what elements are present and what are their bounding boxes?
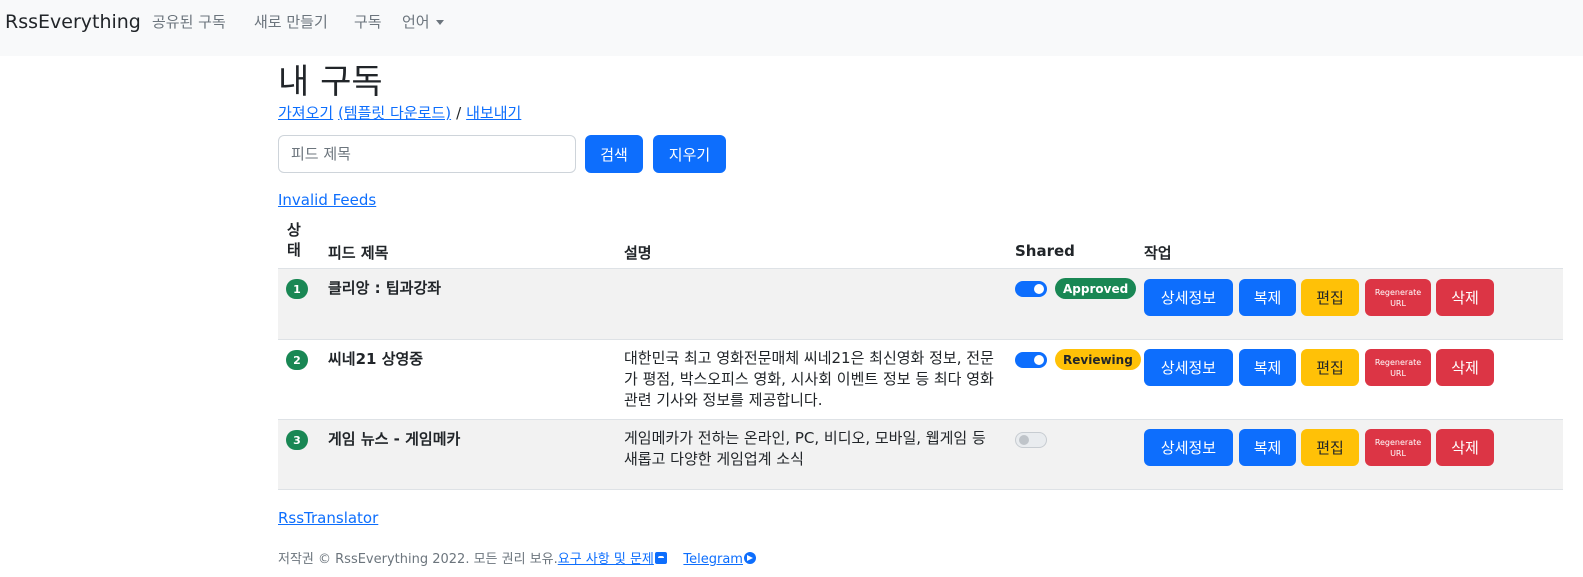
duplicate-button[interactable]: 복제 xyxy=(1239,349,1296,386)
twitter-icon xyxy=(654,552,667,564)
edit-button[interactable]: 편집 xyxy=(1301,349,1359,386)
header-description: 설명 xyxy=(624,244,652,262)
delete-button[interactable]: 삭제 xyxy=(1436,429,1494,466)
invalid-feeds-link[interactable]: Invalid Feeds xyxy=(278,191,376,209)
shared-toggle[interactable] xyxy=(1015,281,1047,297)
regenerate-url-button[interactable]: Regenerate URL xyxy=(1365,349,1431,386)
duplicate-button[interactable]: 복제 xyxy=(1239,429,1296,466)
copyright-text: 저작권 © RssEverything 2022. 모든 권리 보유. xyxy=(278,552,558,567)
regenerate-url-button[interactable]: Regenerate URL xyxy=(1365,279,1431,316)
regenerate-label: Regenerate xyxy=(1374,357,1422,367)
edit-button[interactable]: 편집 xyxy=(1301,429,1359,466)
import-link[interactable]: 가져오기 xyxy=(278,104,333,122)
rsstranslator-link[interactable]: RssTranslator xyxy=(278,509,378,527)
regenerate-label: Regenerate xyxy=(1374,437,1422,447)
telegram-icon xyxy=(743,552,756,564)
delete-button[interactable]: 삭제 xyxy=(1436,349,1494,386)
regenerate-sub-label: URL xyxy=(1390,368,1406,378)
feed-title: 클리앙 : 팁과강좌 xyxy=(328,279,442,297)
import-export-links: 가져오기 (템플릿 다운로드) / 내보내기 xyxy=(278,102,521,123)
shared-toggle[interactable] xyxy=(1015,432,1047,448)
requests-issues-link[interactable]: 요구 사항 및 문제 xyxy=(558,552,667,567)
duplicate-button[interactable]: 복제 xyxy=(1239,279,1296,316)
template-download-link[interactable]: (템플릿 다운로드) xyxy=(338,104,451,122)
row-index-badge: 2 xyxy=(286,350,308,370)
feed-title-search-input[interactable] xyxy=(278,135,576,173)
delete-button[interactable]: 삭제 xyxy=(1436,279,1494,316)
header-shared: Shared xyxy=(1015,242,1075,260)
edit-button[interactable]: 편집 xyxy=(1301,279,1359,316)
link-separator: / xyxy=(456,104,462,122)
status-badge: Reviewing xyxy=(1055,349,1141,370)
copyright: 저작권 © RssEverything 2022. 모든 권리 보유.요구 사항… xyxy=(278,548,756,567)
export-link[interactable]: 내보내기 xyxy=(466,104,521,122)
regenerate-label: Regenerate xyxy=(1374,287,1422,297)
nav-shared-subscriptions[interactable]: 공유된 구독 xyxy=(152,11,226,32)
table-row: 3 게임 뉴스 - 게임메카 게임메카가 전하는 온라인, PC, 비디오, 모… xyxy=(278,420,1563,490)
row-index-badge: 1 xyxy=(286,279,308,299)
details-button[interactable]: 상세정보 xyxy=(1144,279,1233,316)
table-row: 1 클리앙 : 팁과강좌 Approved 상세정보 복제 편집 Regener… xyxy=(278,269,1563,340)
clear-button[interactable]: 지우기 xyxy=(653,135,726,173)
details-button[interactable]: 상세정보 xyxy=(1144,349,1233,386)
regenerate-url-button[interactable]: Regenerate URL xyxy=(1365,429,1431,466)
chevron-down-icon xyxy=(435,20,444,25)
nav-create-new[interactable]: 새로 만들기 xyxy=(254,11,328,32)
header-status: 상 태 xyxy=(287,221,301,259)
telegram-label: Telegram xyxy=(683,552,743,567)
regenerate-sub-label: URL xyxy=(1390,298,1406,308)
shared-toggle[interactable] xyxy=(1015,352,1047,368)
nav-subscriptions[interactable]: 구독 xyxy=(354,11,382,32)
requests-issues-label: 요구 사항 및 문제 xyxy=(557,552,654,567)
table-row: 2 씨네21 상영중 대한민국 최고 영화전문매체 씨네21은 최신영화 정보,… xyxy=(278,340,1563,420)
feed-description: 게임메카가 전하는 온라인, PC, 비디오, 모바일, 웹게임 등 새롭고 다… xyxy=(624,429,986,468)
nav-language-label: 언어 xyxy=(402,13,430,31)
brand-link[interactable]: RssEverything xyxy=(5,11,141,33)
page-title: 내 구독 xyxy=(278,62,383,102)
feed-title: 씨네21 상영중 xyxy=(328,350,424,368)
header-feed-title: 피드 제목 xyxy=(328,244,389,262)
nav-language-dropdown[interactable]: 언어 xyxy=(402,11,444,32)
search-button[interactable]: 검색 xyxy=(585,135,643,173)
row-index-badge: 3 xyxy=(286,430,308,450)
status-badge: Approved xyxy=(1055,278,1137,299)
feed-title: 게임 뉴스 - 게임메카 xyxy=(328,430,461,448)
header-actions: 작업 xyxy=(1144,244,1172,262)
feed-description: 대한민국 최고 영화전문매체 씨네21은 최신영화 정보, 전문가 평점, 박스… xyxy=(624,349,994,409)
regenerate-sub-label: URL xyxy=(1390,448,1406,458)
details-button[interactable]: 상세정보 xyxy=(1144,429,1233,466)
telegram-link[interactable]: Telegram xyxy=(683,552,756,567)
navbar: RssEverything 공유된 구독 새로 만들기 구독 언어 xyxy=(0,0,1583,56)
